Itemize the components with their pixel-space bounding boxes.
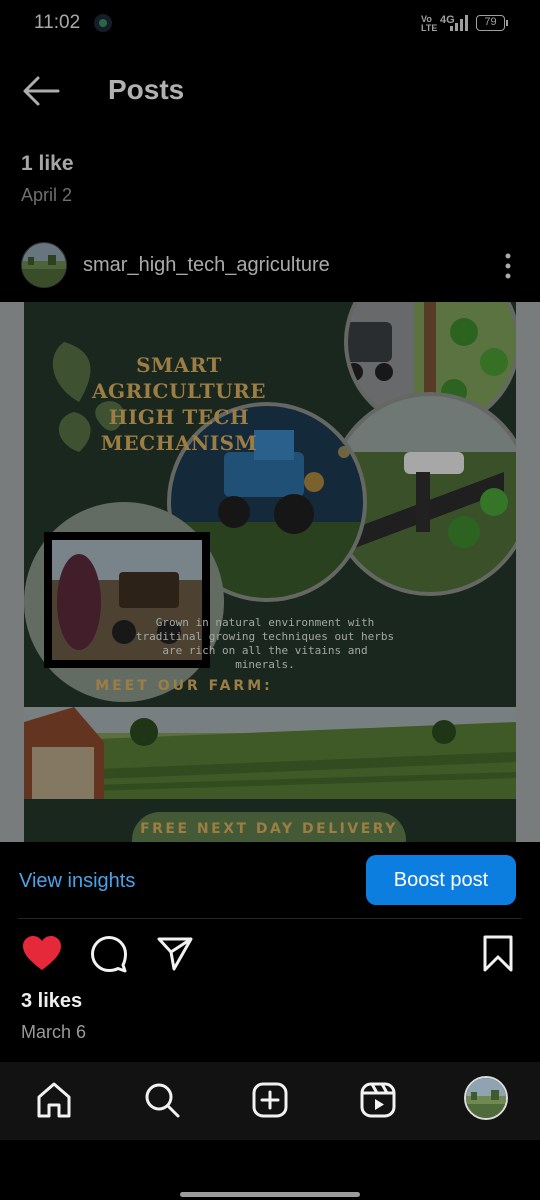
poster-title: SMART AGRICULTURE HIGH TECH MECHANISM: [91, 353, 267, 455]
post-username[interactable]: smar_high_tech_agriculture: [83, 254, 330, 277]
nav-search[interactable]: [140, 1078, 184, 1122]
volte-indicator: Vo LTE: [421, 14, 438, 33]
post-actions: [0, 932, 540, 980]
poster-meet-our-farm: MEET OUR FARM:: [95, 678, 273, 694]
nav-reels[interactable]: [356, 1078, 400, 1122]
home-icon: [37, 1082, 71, 1118]
divider: [18, 918, 522, 919]
back-arrow-icon: [23, 76, 60, 106]
comment-button[interactable]: [87, 932, 131, 976]
previous-post-likes[interactable]: 1 like: [21, 152, 74, 176]
share-icon: [157, 937, 193, 971]
profile-avatar[interactable]: [464, 1076, 508, 1120]
bottom-nav: [0, 1062, 540, 1140]
poster: SMART AGRICULTURE HIGH TECH MECHANISM Gr…: [24, 302, 516, 842]
post-image[interactable]: SMART AGRICULTURE HIGH TECH MECHANISM Gr…: [0, 302, 540, 842]
back-button[interactable]: [18, 70, 64, 112]
nav-create[interactable]: [248, 1078, 292, 1122]
share-button[interactable]: [153, 932, 197, 976]
home-indicator[interactable]: [180, 1192, 360, 1197]
boost-post-button[interactable]: Boost post: [366, 855, 516, 905]
search-icon: [145, 1083, 180, 1118]
notification-icon: [94, 14, 112, 32]
view-insights-link[interactable]: View insights: [19, 870, 135, 893]
battery-icon: 79: [476, 15, 508, 31]
nav-home[interactable]: [32, 1078, 76, 1122]
top-app-bar: Posts: [0, 60, 540, 122]
reels-icon: [360, 1082, 396, 1118]
signal-icon: [450, 15, 470, 31]
more-options-button[interactable]: [498, 252, 518, 280]
heart-icon: [23, 936, 61, 970]
create-icon: [252, 1082, 288, 1118]
status-time: 11:02: [34, 12, 81, 33]
avatar[interactable]: [21, 242, 67, 288]
page-title: Posts: [108, 74, 185, 105]
like-button[interactable]: [20, 932, 64, 976]
post-header: smar_high_tech_agriculture: [0, 238, 540, 294]
poster-delivery-badge: FREE NEXT DAY DELIVERY: [132, 812, 406, 842]
more-options-icon: [505, 253, 511, 279]
status-bar: 11:02 Vo LTE 4G 79: [0, 0, 540, 48]
insights-bar: View insights Boost post: [0, 842, 540, 922]
post-likes[interactable]: 3 likes: [21, 990, 82, 1013]
post-date: March 6: [21, 1022, 87, 1042]
comment-icon: [91, 936, 127, 973]
previous-post-date: April 2: [21, 185, 73, 205]
bookmark-icon: [483, 935, 513, 972]
poster-description: Grown in natural environment with tradit…: [135, 616, 395, 671]
save-button[interactable]: [476, 932, 520, 976]
